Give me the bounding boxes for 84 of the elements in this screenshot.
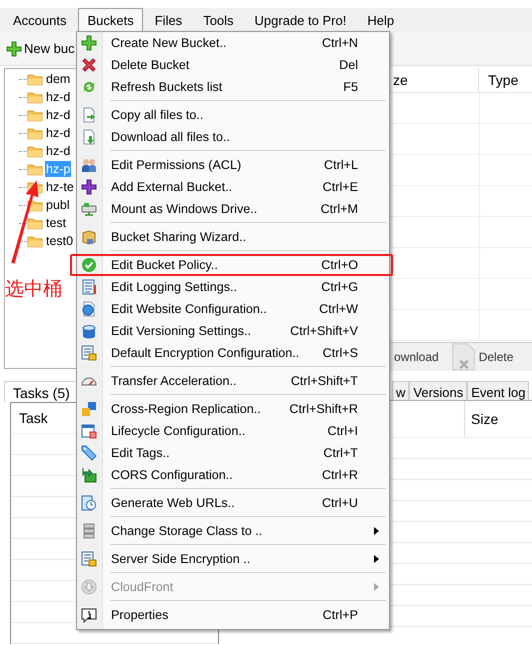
stack-icon [81,523,97,539]
submenu-arrow-icon [374,527,379,535]
plus-icon [81,35,97,51]
folder-icon [27,162,43,176]
tree-item[interactable]: hz-d [45,107,72,123]
folder-icon [27,72,43,86]
menu-item[interactable]: Change Storage Class to .. [77,520,389,542]
menu-bar-item[interactable]: Accounts [4,8,76,32]
users-icon [81,157,97,173]
tree-item[interactable]: publ [45,197,71,213]
menu-item[interactable]: Edit Bucket Policy.. Ctrl+O [77,254,389,276]
folder-icon [27,108,43,122]
tree-item[interactable]: dem [45,71,72,87]
lock-document-icon [81,345,97,361]
tab[interactable]: Versions [409,381,468,400]
menu-item[interactable]: Lifecycle Configuration.. Ctrl+I [77,420,389,442]
delete-button[interactable]: Delete [478,350,514,364]
tree-item[interactable]: hz-d [45,143,72,159]
submenu-arrow-icon [374,555,379,563]
folder-icon [27,126,43,140]
annotation-label: 选中桶 [5,277,62,302]
document-icon [81,279,97,295]
tree-item[interactable]: test [45,215,68,231]
menu-item[interactable]: Server Side Encryption .. [77,548,389,570]
folder-icon [27,90,43,104]
menu-item[interactable]: Generate Web URLs.. Ctrl+U [77,492,389,514]
drive-icon [81,201,97,217]
menu-item[interactable]: Edit Tags.. Ctrl+T [77,442,389,464]
clock-document-icon [81,495,97,511]
download-button[interactable]: ownload [393,350,440,364]
box-icon [81,229,97,245]
menu-item[interactable]: Properties Ctrl+P [77,604,389,626]
menu-item[interactable]: Edit Website Configuration.. Ctrl+W [77,298,389,320]
check-icon [81,257,97,273]
column-header[interactable]: Type [479,72,518,88]
folder-icon [27,216,43,230]
folder-icon [27,144,43,158]
menu-item[interactable]: Default Encryption Configuration.. Ctrl+S [77,342,389,364]
menu-item[interactable]: Download all files to.. [77,126,389,148]
tree-item[interactable]: hz-te [45,179,75,195]
menu-item[interactable]: Mount as Windows Drive.. Ctrl+M [77,198,389,220]
menu-bar-item[interactable]: Upgrade to Pro! [246,8,356,32]
calendar-icon [81,423,97,439]
tab[interactable]: Event log [467,381,530,400]
plus-icon [6,40,22,56]
menu-item[interactable]: CORS Configuration.. Ctrl+R [77,464,389,486]
folder-icon [27,234,43,248]
menu-bar-item[interactable]: Files [146,8,192,32]
menu-item[interactable]: Cross-Region Replication.. Ctrl+Shift+R [77,398,389,420]
menu-item[interactable]: Edit Logging Settings.. Ctrl+G [77,276,389,298]
document-download-icon [81,129,97,145]
lock-document-icon [81,551,97,567]
tab[interactable]: w [392,381,410,400]
refresh-icon [81,79,97,95]
column-header[interactable]: Size [465,411,498,427]
plus-icon [81,179,97,195]
submenu-arrow-icon [374,583,379,591]
folder-arrow-icon [81,467,97,483]
menu-item[interactable]: Add External Bucket.. Ctrl+E [77,176,389,198]
cylinder-icon [81,323,97,339]
squares-icon [81,401,97,417]
menu-item[interactable]: Edit Versioning Settings.. Ctrl+Shift+V [77,320,389,342]
cross-icon [81,57,97,73]
menu-item[interactable]: Delete Bucket Del [77,54,389,76]
menu-bar-item[interactable]: Tools [194,8,243,32]
globe-icon [81,301,97,317]
menu-item[interactable]: Edit Permissions (ACL) Ctrl+L [77,154,389,176]
tab[interactable]: Tasks (5) [4,380,79,402]
tree-item[interactable]: test0 [45,233,74,249]
menu-item[interactable]: Bucket Sharing Wizard.. [77,226,389,248]
column-header[interactable]: Task [11,410,48,426]
document-arrow-icon [81,107,97,123]
info-icon [81,607,97,623]
tree-item[interactable]: hz-d [45,89,72,105]
menu-bar-item[interactable]: Buckets [78,8,143,32]
download-icon [81,579,97,595]
tag-icon [81,445,97,461]
menu-item[interactable]: Create New Bucket.. Ctrl+N [77,32,389,54]
new-bucket-button[interactable]: New buc [4,38,77,58]
menu-bar-item[interactable]: Help [358,8,404,32]
menu-item[interactable]: Copy all files to.. [77,104,389,126]
tree-item[interactable]: hz-d [45,125,72,141]
menu-item[interactable]: Refresh Buckets list F5 [77,76,389,98]
menu-item[interactable]: Transfer Acceleration.. Ctrl+Shift+T [77,370,389,392]
